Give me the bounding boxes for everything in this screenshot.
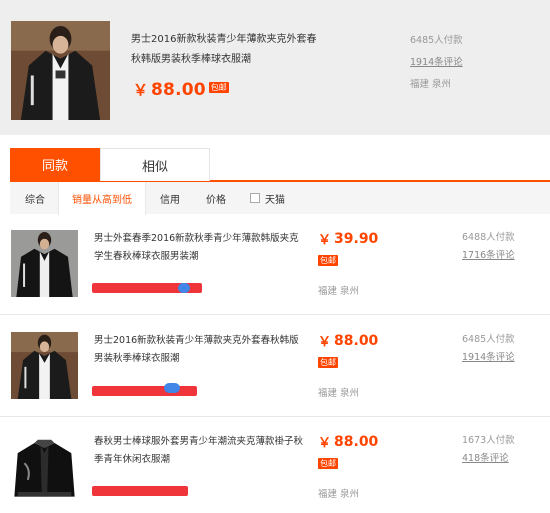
tmall-label: 天猫 (265, 194, 285, 206)
currency-symbol: ￥ (133, 81, 149, 99)
price-value: 88.00 (151, 79, 206, 100)
product-image[interactable] (11, 21, 110, 120)
location: 福建 泉州 (318, 388, 360, 399)
payers-count: 6485人付款 (410, 35, 463, 46)
sort-sales-desc[interactable]: 销量从高到低 (58, 182, 146, 215)
free-shipping-badge: 包邮 (208, 82, 229, 93)
item-title[interactable]: 男士2016新款秋装青少年薄款夹克外套春秋韩版男装秋季棒球衣服潮 (94, 332, 304, 368)
tmall-checkbox[interactable] (250, 193, 260, 203)
list-item[interactable]: 男士2016新款秋装青少年薄款夹克外套春秋韩版男装秋季棒球衣服潮 ￥ 88.00… (0, 317, 550, 417)
item-stats: 6488人付款 1716条评论 (462, 229, 515, 265)
price-value: 39.90 (334, 230, 379, 247)
sort-credit[interactable]: 信用 (150, 182, 190, 214)
payers-count: 6488人付款 (462, 232, 515, 243)
product-title[interactable]: 男士2016新款秋装青少年薄款夹克外套春秋韩版男装秋季棒球衣服潮 (131, 30, 321, 70)
item-title[interactable]: 男士外套春季2016新款秋季青少年薄款韩版夹克学生春秋棒球衣服男装潮 (94, 230, 304, 266)
reviews-link[interactable]: 1914条评论 (462, 349, 515, 367)
tab-same-style[interactable]: 同款 (10, 148, 100, 181)
item-stats: 1673人付款 418条评论 (462, 432, 515, 468)
redaction-mark (178, 283, 190, 293)
list-item[interactable]: 男士外套春季2016新款秋季青少年薄款韩版夹克学生春秋棒球衣服男装潮 ￥ 39.… (0, 215, 550, 315)
sort-bar: 综合 销量从高到低 信用 价格 天猫 (10, 182, 550, 215)
payers-count: 1673人付款 (462, 435, 515, 446)
item-image[interactable] (11, 230, 78, 297)
payers-count: 6485人付款 (462, 334, 515, 345)
list-item[interactable]: 春秋男士棒球服外套男青少年潮流夹克薄款褂子秋季青年休闲衣服潮 ￥ 88.00 包… (0, 418, 550, 513)
currency-symbol: ￥ (318, 335, 332, 350)
current-product-card: 男士2016新款秋装青少年薄款夹克外套春秋韩版男装秋季棒球衣服潮 ￥ 88.00… (0, 0, 550, 135)
redaction-mark (164, 383, 180, 393)
location: 福建 泉州 (318, 286, 360, 297)
currency-symbol: ￥ (318, 436, 332, 451)
sort-overall[interactable]: 综合 (15, 182, 55, 214)
redaction-mark (92, 386, 197, 396)
product-price: ￥ 88.00 包邮 (133, 79, 229, 100)
price-value: 88.00 (334, 332, 379, 349)
sort-price[interactable]: 价格 (196, 182, 236, 214)
price-value: 88.00 (334, 433, 379, 450)
item-price: ￥ 88.00 包邮 (318, 432, 378, 470)
reviews-link[interactable]: 418条评论 (462, 450, 515, 468)
reviews-link[interactable]: 1914条评论 (410, 52, 463, 74)
location: 福建 泉州 (410, 79, 452, 90)
free-shipping-badge: 包邮 (318, 255, 338, 266)
item-image[interactable] (11, 332, 78, 399)
redaction-mark (92, 486, 188, 496)
filter-tmall[interactable]: 天猫 (250, 182, 310, 214)
item-price: ￥ 88.00 包邮 (318, 331, 378, 369)
tab-bar: 同款 相似 (10, 148, 550, 182)
product-stats: 6485人付款 1914条评论 福建 泉州 (410, 30, 463, 96)
item-price: ￥ 39.90 包邮 (318, 229, 378, 267)
free-shipping-badge: 包邮 (318, 357, 338, 368)
item-image[interactable] (11, 433, 78, 500)
reviews-link[interactable]: 1716条评论 (462, 247, 515, 265)
item-title[interactable]: 春秋男士棒球服外套男青少年潮流夹克薄款褂子秋季青年休闲衣服潮 (94, 433, 304, 469)
currency-symbol: ￥ (318, 233, 332, 248)
item-stats: 6485人付款 1914条评论 (462, 331, 515, 367)
free-shipping-badge: 包邮 (318, 458, 338, 469)
location: 福建 泉州 (318, 489, 360, 500)
tab-similar[interactable]: 相似 (100, 148, 210, 181)
